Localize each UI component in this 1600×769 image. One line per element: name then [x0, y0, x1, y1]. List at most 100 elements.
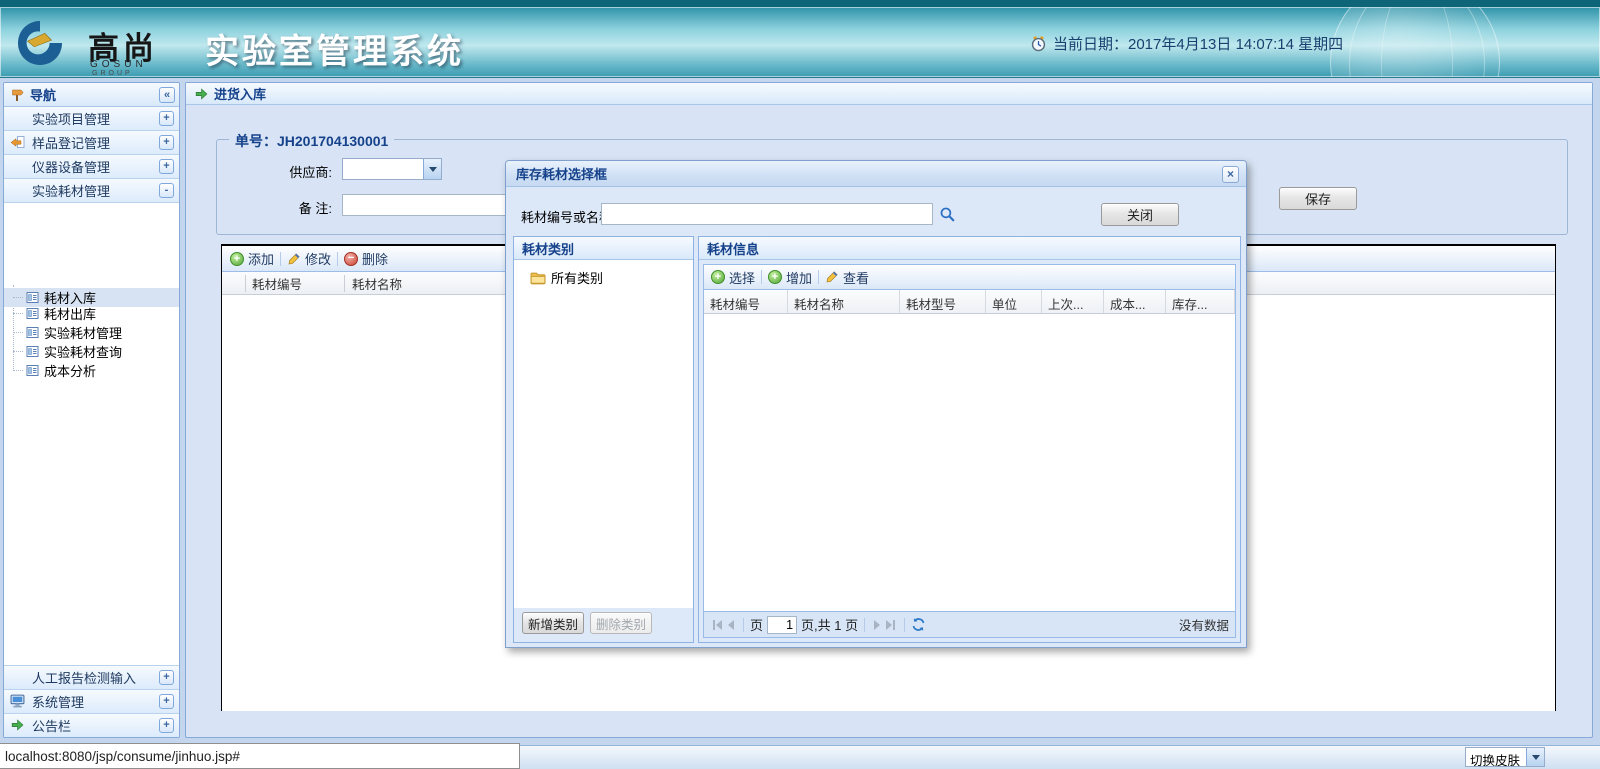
supplier-select[interactable]	[342, 158, 442, 180]
status-url: localhost:8080/jsp/consume/jinhuo.jsp#	[0, 743, 520, 769]
page-word: 页	[750, 615, 763, 634]
plus-icon: +	[230, 252, 244, 266]
skin-switch-select[interactable]: 切换皮肤	[1465, 747, 1545, 767]
edit-button[interactable]: 修改	[287, 249, 331, 268]
close-icon[interactable]: ×	[1222, 166, 1239, 183]
plus-icon: +	[768, 270, 782, 284]
sidebar-collapse-button[interactable]: «	[159, 87, 175, 103]
consumable-grid-body	[704, 314, 1235, 611]
page-number-input[interactable]	[767, 616, 797, 634]
clock-icon	[1030, 35, 1047, 52]
current-date: 当前日期：2017年4月13日 14:07:14 星期四	[1053, 33, 1343, 54]
supplier-label: 供应商:	[262, 162, 332, 181]
expand-icon[interactable]: +	[159, 159, 174, 174]
column-header[interactable]: 耗材编号	[252, 274, 302, 293]
sidebar-group-bulletin[interactable]: 公告栏 +	[4, 713, 179, 737]
collapse-group-icon[interactable]: -	[159, 183, 174, 198]
save-button[interactable]: 保存	[1279, 187, 1357, 210]
column-header[interactable]: 成本...	[1104, 290, 1166, 313]
prev-page-button[interactable]	[728, 620, 734, 630]
list-icon	[26, 364, 39, 377]
logo-subtext-2: GROUP	[92, 70, 133, 77]
select-button[interactable]: + 选择	[711, 268, 755, 287]
close-button[interactable]: 关闭	[1101, 203, 1179, 226]
first-page-button[interactable]	[713, 620, 722, 630]
app-header: 高尚 GOSUN GROUP 实验室管理系统 当前日期：2017年4月13日 1…	[0, 7, 1600, 78]
page-total: 页,共 1 页	[801, 615, 858, 634]
list-icon	[26, 326, 39, 339]
next-page-button[interactable]	[874, 620, 880, 630]
breadcrumb: 进货入库	[186, 83, 1592, 105]
pencil-icon	[287, 252, 301, 266]
folder-icon	[530, 271, 546, 285]
sidebar-item-consumable-out[interactable]: 耗材出库	[4, 304, 179, 323]
stock-consumable-dialog: 库存耗材选择框 × 耗材编号或名称: 关闭 耗材类别 所有类别 新增类别 删除类…	[505, 160, 1247, 648]
globe-decoration	[1330, 7, 1500, 78]
dialog-title: 库存耗材选择框	[516, 164, 607, 183]
column-header[interactable]: 库存...	[1166, 290, 1235, 313]
minus-icon: −	[344, 252, 358, 266]
category-panel-footer: 新增类别 删除类别	[514, 612, 693, 636]
sidebar-title: 导航	[30, 85, 159, 104]
sidebar-header: 导航 «	[4, 83, 179, 107]
category-panel: 耗材类别 所有类别 新增类别 删除类别	[513, 236, 694, 643]
expand-icon[interactable]: +	[159, 694, 174, 709]
add-button[interactable]: + 添加	[230, 249, 274, 268]
app-title: 实验室管理系统	[205, 24, 464, 73]
consumable-grid-header: 耗材编号 耗材名称 耗材型号 单位 上次... 成本... 库存...	[704, 290, 1235, 314]
expand-icon[interactable]: +	[159, 135, 174, 150]
column-header[interactable]: 上次...	[1042, 290, 1104, 313]
pencil-icon	[825, 270, 839, 284]
remark-label: 备 注:	[262, 198, 332, 217]
add-consumable-button[interactable]: + 增加	[768, 268, 812, 287]
add-category-button[interactable]: 新增类别	[522, 612, 584, 634]
list-icon	[26, 345, 39, 358]
sidebar-navigation: 导航 « 实验项目管理 + 样品登记管理 + 仪器设备管理 + 实验耗材管理 -…	[3, 82, 180, 738]
delete-category-button[interactable]: 删除类别	[590, 612, 652, 634]
search-input[interactable]	[601, 203, 933, 225]
column-header[interactable]: 耗材型号	[900, 290, 986, 313]
search-icon[interactable]	[939, 206, 956, 223]
column-header[interactable]: 单位	[986, 290, 1042, 313]
expand-icon[interactable]: +	[159, 670, 174, 685]
expand-icon[interactable]: +	[159, 718, 174, 733]
list-icon	[26, 291, 39, 304]
expand-icon[interactable]: +	[159, 111, 174, 126]
empty-data-text: 没有数据	[1179, 615, 1229, 634]
gosun-logo-icon	[16, 19, 64, 67]
tree-node-all-categories[interactable]: 所有类别	[530, 268, 603, 287]
refresh-icon[interactable]	[911, 617, 926, 632]
sidebar-item-cost-analysis[interactable]: 成本分析	[4, 361, 179, 380]
green-arrow-icon	[194, 87, 208, 101]
sidebar-group-manual-report[interactable]: 人工报告检测输入 +	[4, 665, 179, 689]
pagination-bar: 页 页,共 1 页 没有数据	[704, 611, 1235, 637]
view-button[interactable]: 查看	[825, 268, 869, 287]
last-page-button[interactable]	[886, 620, 895, 630]
consumable-info-panel: 耗材信息 + 选择 + 增加 查看	[698, 236, 1241, 643]
page-title: 进货入库	[214, 84, 266, 103]
column-header[interactable]: 耗材名称	[352, 274, 402, 293]
navigation-icon	[10, 88, 24, 102]
sidebar-group-instrument[interactable]: 仪器设备管理 +	[4, 155, 179, 179]
plus-icon: +	[711, 270, 725, 284]
chevron-down-icon[interactable]	[1526, 748, 1544, 766]
sidebar-group-project[interactable]: 实验项目管理 +	[4, 107, 179, 131]
delete-button[interactable]: − 删除	[344, 249, 388, 268]
lab-management-page: { "header": { "logo_cn": "高尚", "logo_en"…	[0, 0, 1600, 769]
dialog-titlebar[interactable]: 库存耗材选择框	[506, 161, 1246, 187]
sidebar-group-consumable[interactable]: 实验耗材管理 -	[4, 179, 179, 203]
sidebar-item-consumable-manage[interactable]: 实验耗材管理	[4, 323, 179, 342]
logo-subtext: GOSUN	[90, 59, 147, 70]
column-header[interactable]: 耗材编号	[704, 290, 788, 313]
sidebar-group-system[interactable]: 系统管理 +	[4, 689, 179, 713]
sidebar-item-consumable-query[interactable]: 实验耗材查询	[4, 342, 179, 361]
category-panel-header: 耗材类别	[514, 237, 693, 260]
sidebar-group-sample[interactable]: 样品登记管理 +	[4, 131, 179, 155]
chevron-down-icon[interactable]	[423, 159, 441, 179]
orange-arrow-icon	[10, 135, 25, 150]
consumable-grid-toolbar: + 选择 + 增加 查看	[704, 265, 1235, 290]
info-panel-header: 耗材信息	[699, 237, 1240, 260]
column-header[interactable]: 耗材名称	[788, 290, 900, 313]
order-number: 单号：JH201704130001	[229, 131, 394, 151]
monitor-icon	[10, 694, 25, 708]
